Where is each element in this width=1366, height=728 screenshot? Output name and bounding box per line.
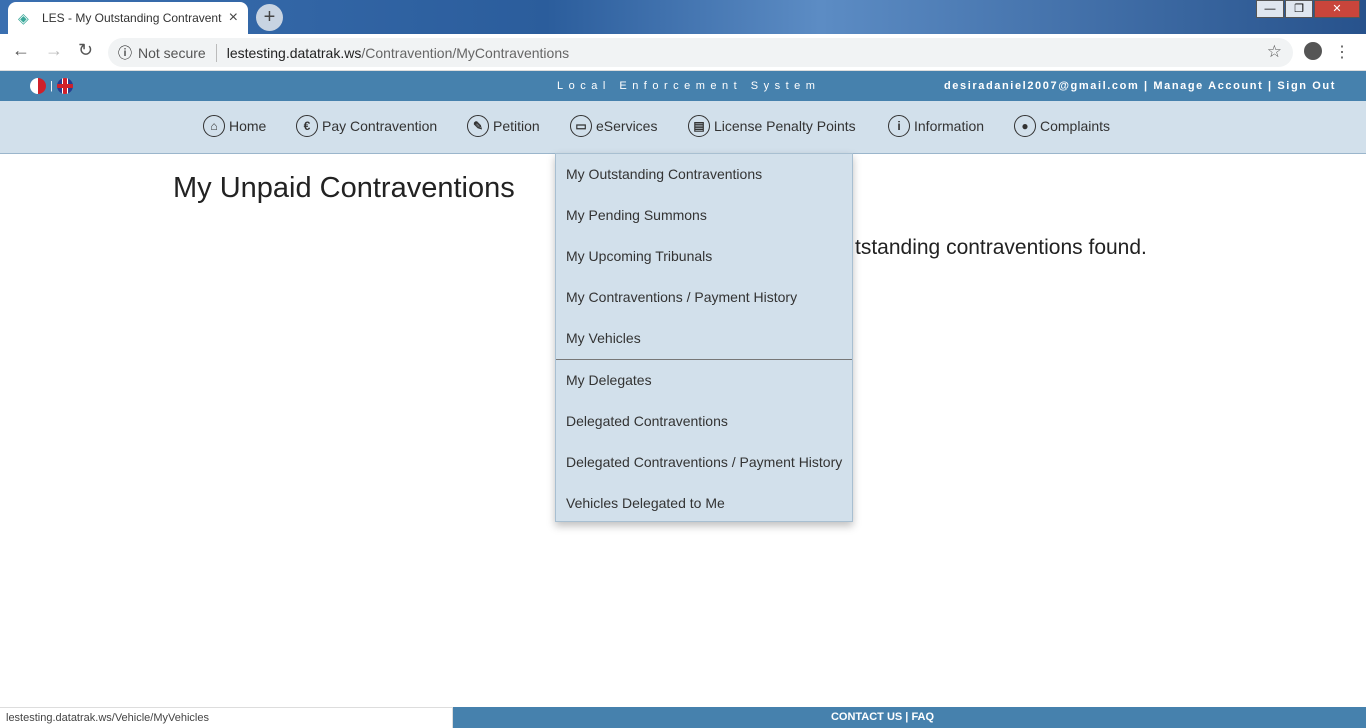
edit-icon: ✎	[467, 115, 489, 137]
sign-out-link[interactable]: Sign Out	[1277, 80, 1336, 92]
reload-icon[interactable]: ↻	[78, 40, 93, 61]
menu-item-my-delegates[interactable]: My Delegates	[556, 360, 852, 401]
tab-title: LES - My Outstanding Contravent	[42, 11, 222, 25]
close-window-button[interactable]: ✕	[1314, 0, 1360, 18]
main-nav: ⌂ Home € Pay Contravention ✎ Petition ▭ eSer…	[0, 101, 1366, 154]
nav-pay-contravention[interactable]: € Pay Contravention	[296, 115, 437, 137]
nav-label: License Penalty Points	[714, 118, 856, 134]
new-tab-button[interactable]: +	[256, 4, 283, 31]
security-label: Not secure	[138, 44, 206, 61]
laptop-icon: ▭	[570, 115, 592, 137]
status-bar-url: lestesting.datatrak.ws/Vehicle/MyVehicle…	[0, 707, 453, 728]
eservices-dropdown: My Outstanding Contraventions My Pending…	[555, 153, 853, 522]
menu-item-payment-history[interactable]: My Contraventions / Payment History	[556, 277, 852, 318]
info-icon: i	[888, 115, 910, 137]
separator: |	[1263, 80, 1278, 92]
nav-label: Pay Contravention	[322, 118, 438, 134]
contact-us-link[interactable]: CONTACT US	[831, 711, 902, 723]
manage-account-link[interactable]: Manage Account	[1153, 80, 1263, 92]
uk-flag-icon[interactable]	[56, 78, 73, 94]
nav-petition[interactable]: ✎ Petition	[467, 115, 540, 137]
nav-home[interactable]: ⌂ Home	[203, 115, 266, 137]
comments-icon: ●	[1014, 115, 1036, 137]
page-title: My Unpaid Contraventions	[173, 172, 515, 204]
menu-item-my-vehicles[interactable]: My Vehicles	[556, 318, 852, 359]
info-icon[interactable]: ⓘ	[118, 43, 132, 63]
maximize-button[interactable]: ❐	[1285, 0, 1313, 18]
separator: |	[1139, 80, 1154, 92]
minimize-button[interactable]: —	[1256, 0, 1284, 18]
menu-item-delegated-payment-history[interactable]: Delegated Contraventions / Payment Histo…	[556, 442, 852, 483]
footer: CONTACT US | FAQ	[453, 707, 1366, 728]
nav-label: Petition	[493, 118, 540, 134]
euro-icon: €	[296, 115, 318, 137]
browser-titlebar: ◈ LES - My Outstanding Contravent × + — …	[0, 0, 1366, 34]
id-card-icon: ▤	[688, 115, 710, 137]
malta-flag-icon[interactable]	[30, 78, 46, 94]
back-icon[interactable]: ←	[12, 40, 30, 61]
menu-item-vehicles-delegated[interactable]: Vehicles Delegated to Me	[556, 483, 852, 524]
site-logo-icon: ◈	[18, 10, 29, 26]
nav-eservices[interactable]: ▭ eServices	[570, 115, 657, 137]
browser-menu-icon[interactable]: ⋮	[1334, 42, 1350, 62]
url-host: lestesting.datatrak.ws	[226, 44, 362, 61]
profile-icon[interactable]	[1304, 42, 1322, 60]
browser-tab[interactable]: ◈ LES - My Outstanding Contravent ×	[8, 2, 248, 34]
nav-label: Home	[229, 118, 267, 134]
site-top-bar: | Local Enforcement System desiradaniel2…	[0, 71, 1366, 101]
no-results-message: tstanding contraventions found.	[855, 236, 1147, 259]
menu-item-delegated-contraventions[interactable]: Delegated Contraventions	[556, 401, 852, 442]
url-path: /Contravention/MyContraventions	[361, 44, 570, 61]
menu-item-outstanding-contraventions[interactable]: My Outstanding Contraventions	[556, 154, 852, 195]
faq-link[interactable]: FAQ	[911, 711, 934, 723]
system-name: Local Enforcement System	[557, 80, 821, 92]
bookmark-star-icon[interactable]: ☆	[1267, 42, 1282, 62]
nav-label: eServices	[596, 118, 658, 134]
forward-icon[interactable]: →	[45, 40, 63, 61]
close-tab-icon[interactable]: ×	[229, 9, 238, 27]
menu-item-pending-summons[interactable]: My Pending Summons	[556, 195, 852, 236]
nav-label: Information	[914, 118, 985, 134]
nav-label: Complaints	[1040, 118, 1111, 134]
address-bar-row: ← → ↻ ⓘ Not secure lestesting.datatrak.w…	[0, 34, 1366, 71]
nav-complaints[interactable]: ● Complaints	[1014, 115, 1110, 137]
home-icon: ⌂	[203, 115, 225, 137]
nav-license-penalty-points[interactable]: ▤ License Penalty Points	[688, 115, 856, 137]
url-input[interactable]: ⓘ Not secure lestesting.datatrak.ws/Cont…	[108, 38, 1293, 67]
user-email: desiradaniel2007@gmail.com	[943, 80, 1140, 92]
menu-item-upcoming-tribunals[interactable]: My Upcoming Tribunals	[556, 236, 852, 277]
nav-information[interactable]: i Information	[888, 115, 984, 137]
